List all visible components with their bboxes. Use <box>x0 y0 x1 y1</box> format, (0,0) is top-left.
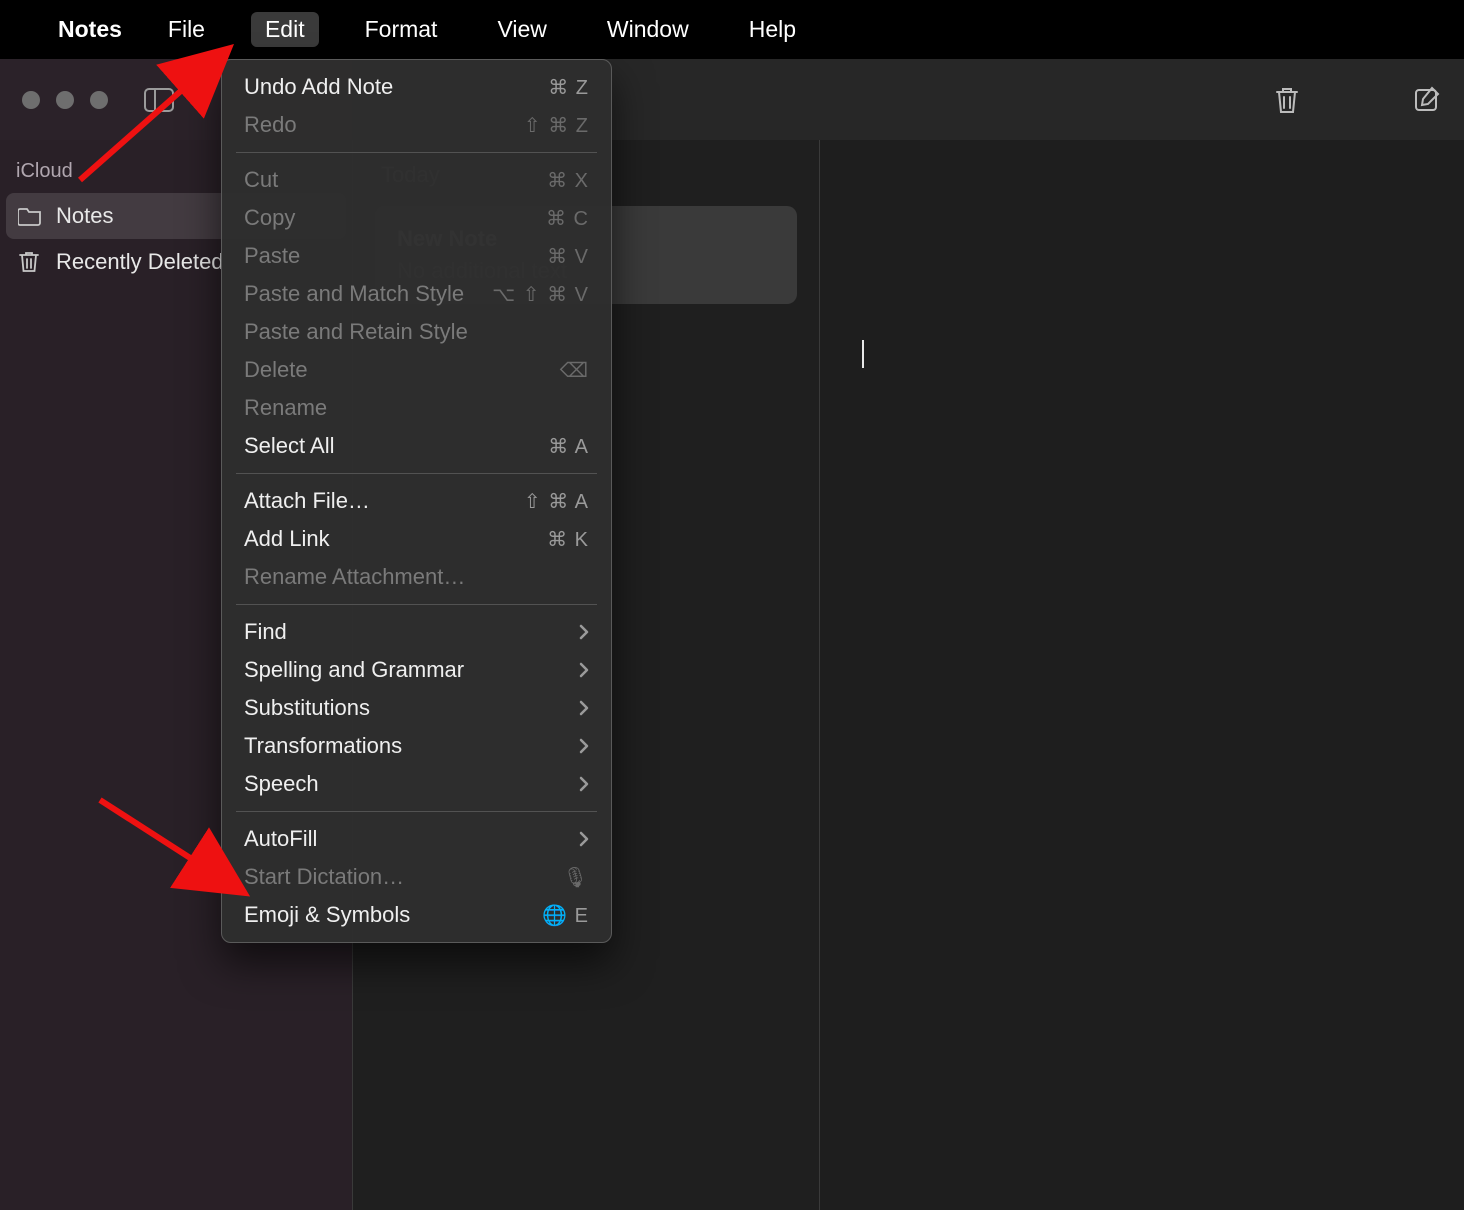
menu-item-label: Copy <box>244 205 295 231</box>
menu-help[interactable]: Help <box>735 12 810 47</box>
menu-item-paste-and-match-style: Paste and Match Style ⌥ ⇧ ⌘ V <box>222 275 611 313</box>
menu-item-rename: Rename <box>222 389 611 427</box>
menu-item-add-link[interactable]: Add Link ⌘ K <box>222 520 611 558</box>
sidebar-item-label: Notes <box>56 203 113 229</box>
menu-item-shortcut: ⌘ C <box>546 206 589 231</box>
sidebar-icon <box>144 88 174 112</box>
menu-item-start-dictation: Start Dictation… 🎙 <box>222 858 611 896</box>
menu-item-label: Substitutions <box>244 695 370 721</box>
menu-separator <box>236 473 597 474</box>
trash-icon <box>18 250 42 274</box>
menu-item-label: Emoji & Symbols <box>244 902 410 928</box>
sidebar-item-label: Recently Deleted <box>56 249 224 275</box>
folder-icon <box>18 206 42 226</box>
menu-file[interactable]: File <box>154 12 219 47</box>
menu-item-copy: Copy ⌘ C <box>222 199 611 237</box>
menu-edit[interactable]: Edit <box>251 12 319 47</box>
menu-item-cut: Cut ⌘ X <box>222 161 611 199</box>
menu-item-spelling-and-grammar[interactable]: Spelling and Grammar <box>222 651 611 689</box>
menu-item-label: AutoFill <box>244 826 317 852</box>
toggle-sidebar-button[interactable] <box>144 88 174 112</box>
menu-item-label: Select All <box>244 433 335 459</box>
menu-item-transformations[interactable]: Transformations <box>222 727 611 765</box>
menu-item-emoji-symbols[interactable]: Emoji & Symbols 🌐 E <box>222 896 611 934</box>
menu-item-shortcut: ⌘ A <box>548 434 589 459</box>
menu-item-label: Redo <box>244 112 297 138</box>
menu-item-label: Spelling and Grammar <box>244 657 464 683</box>
note-editor[interactable] <box>820 140 1464 1210</box>
menu-item-shortcut: 🌐 E <box>542 903 589 928</box>
menu-item-substitutions[interactable]: Substitutions <box>222 689 611 727</box>
menu-item-paste-and-retain-style: Paste and Retain Style <box>222 313 611 351</box>
compose-icon <box>1414 86 1442 114</box>
trash-icon <box>1274 85 1300 115</box>
chevron-right-icon <box>579 700 589 716</box>
menu-item-redo: Redo ⇧ ⌘ Z <box>222 106 611 144</box>
menu-item-speech[interactable]: Speech <box>222 765 611 803</box>
menu-item-label: Start Dictation… <box>244 864 404 890</box>
menubar: Notes File Edit Format View Window Help <box>0 0 1464 59</box>
menu-separator <box>236 604 597 605</box>
edit-menu-dropdown: Undo Add Note ⌘ Z Redo ⇧ ⌘ Z Cut ⌘ X Copy ⌘ C Pa… <box>221 59 612 943</box>
menu-item-label: Add Link <box>244 526 330 552</box>
chevron-right-icon <box>579 624 589 640</box>
text-cursor <box>862 340 864 368</box>
menu-item-label: Paste and Match Style <box>244 281 464 307</box>
menu-item-label: Transformations <box>244 733 402 759</box>
minimize-window-button[interactable] <box>56 91 74 109</box>
menu-item-label: Paste and Retain Style <box>244 319 468 345</box>
menu-item-find[interactable]: Find <box>222 613 611 651</box>
menu-item-label: Rename Attachment… <box>244 564 465 590</box>
menu-item-delete: Delete ⌫ <box>222 351 611 389</box>
menu-window[interactable]: Window <box>593 12 703 47</box>
menu-item-undo-add-note[interactable]: Undo Add Note ⌘ Z <box>222 68 611 106</box>
menu-view[interactable]: View <box>483 12 560 47</box>
menu-item-shortcut: ⌘ K <box>547 527 589 552</box>
new-note-button[interactable] <box>1414 86 1444 114</box>
toolbar <box>0 59 1464 140</box>
close-window-button[interactable] <box>22 91 40 109</box>
menu-item-label: Attach File… <box>244 488 370 514</box>
chevron-right-icon <box>579 662 589 678</box>
menu-item-label: Find <box>244 619 287 645</box>
menu-item-label: Paste <box>244 243 300 269</box>
traffic-lights <box>22 91 108 109</box>
menu-separator <box>236 152 597 153</box>
menu-item-attach-file[interactable]: Attach File… ⇧ ⌘ A <box>222 482 611 520</box>
chevron-right-icon <box>579 738 589 754</box>
menu-item-select-all[interactable]: Select All ⌘ A <box>222 427 611 465</box>
menu-item-shortcut: ⌘ X <box>547 168 589 193</box>
zoom-window-button[interactable] <box>90 91 108 109</box>
menu-item-shortcut: ⌫ <box>560 358 589 383</box>
menu-item-autofill[interactable]: AutoFill <box>222 820 611 858</box>
main-area: iCloud Notes Recently Deleted Today New … <box>0 140 1464 1210</box>
menu-item-shortcut: ⌘ Z <box>548 75 589 100</box>
menu-item-shortcut: 🎙 <box>563 865 589 890</box>
chevron-right-icon <box>579 831 589 847</box>
menu-item-shortcut: ⌥ ⇧ ⌘ V <box>492 282 589 307</box>
menu-item-label: Delete <box>244 357 308 383</box>
menu-item-label: Cut <box>244 167 278 193</box>
menu-item-shortcut: ⇧ ⌘ Z <box>524 113 589 138</box>
menu-item-paste: Paste ⌘ V <box>222 237 611 275</box>
menu-item-label: Rename <box>244 395 327 421</box>
menu-format[interactable]: Format <box>351 12 452 47</box>
menu-item-shortcut: ⌘ V <box>547 244 589 269</box>
delete-note-button[interactable] <box>1274 85 1304 115</box>
menu-item-shortcut: ⇧ ⌘ A <box>524 489 589 514</box>
menu-item-label: Undo Add Note <box>244 74 393 100</box>
app-name[interactable]: Notes <box>58 16 122 43</box>
menu-separator <box>236 811 597 812</box>
menu-item-rename-attachment: Rename Attachment… <box>222 558 611 596</box>
chevron-right-icon <box>579 776 589 792</box>
menu-item-label: Speech <box>244 771 319 797</box>
